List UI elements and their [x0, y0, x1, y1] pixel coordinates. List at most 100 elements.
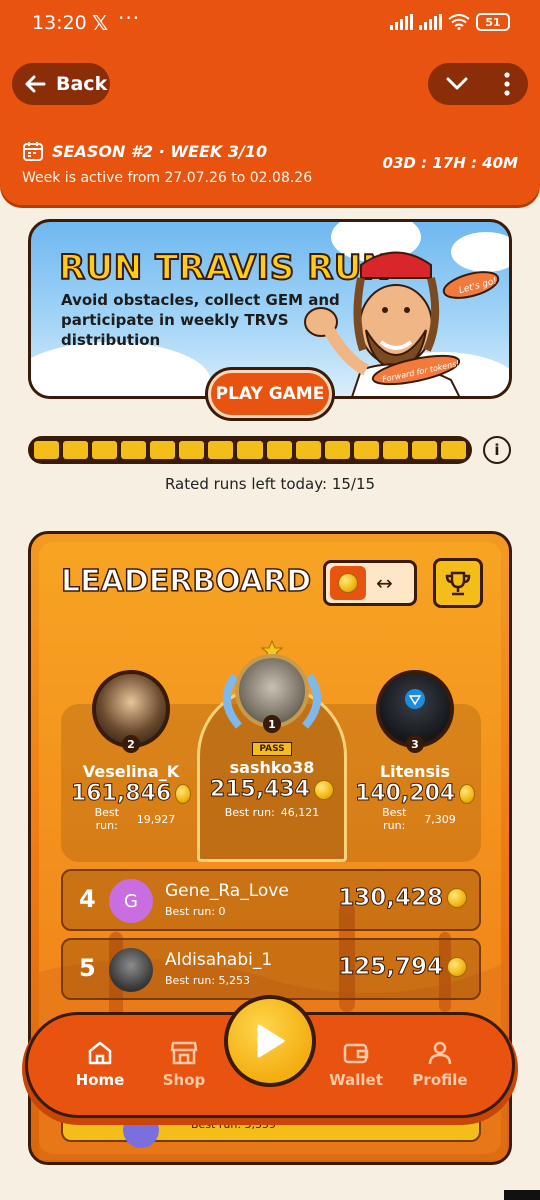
row-name: Gene_Ra_Love — [165, 881, 289, 901]
nav-profile[interactable]: Profile — [400, 1039, 480, 1089]
nav-wallet[interactable]: Wallet — [316, 1039, 396, 1089]
nav-wallet-label: Wallet — [329, 1071, 383, 1089]
best-run-value: 46,121 — [280, 806, 320, 819]
toggle-knob — [330, 566, 366, 600]
back-button[interactable]: Back — [12, 63, 110, 105]
signal-icon — [390, 14, 413, 30]
coin-icon — [447, 957, 467, 977]
score-value: 140,204 — [354, 781, 456, 807]
nav-home-label: Home — [75, 1071, 125, 1089]
progress-segment — [208, 441, 234, 459]
row-score: 130,428 — [338, 885, 467, 912]
player-name: Litensis — [379, 762, 451, 781]
travis-character-illustration: Let's go! Forward for tokens! — [304, 251, 500, 396]
battery-icon: 51 — [476, 13, 510, 31]
progress-segment — [121, 441, 147, 459]
nav-home[interactable]: Home — [60, 1039, 140, 1089]
play-game-button[interactable]: PLAY GAME — [208, 370, 332, 418]
leaderboard-row[interactable]: 4 G Gene_Ra_Love Best run: 0 130,428 — [61, 869, 481, 931]
progress-segment — [440, 441, 466, 459]
play-icon — [257, 1024, 285, 1058]
wifi-icon — [448, 14, 470, 30]
best-run: Best run: 7,309 — [355, 806, 475, 832]
trophy-icon — [445, 571, 471, 596]
progress-segment — [353, 441, 379, 459]
score-value: 125,794 — [338, 954, 444, 981]
avatar: 2 — [92, 670, 170, 753]
avatar — [109, 948, 153, 992]
nav-shop[interactable]: Shop — [144, 1039, 224, 1089]
coin-icon — [447, 888, 467, 908]
header: 13:20 𝕏 ··· 51 Back SEASON #2 · WEEK 3/1… — [0, 0, 540, 205]
score-value: 161,846 — [70, 781, 172, 807]
score-value: 215,434 — [209, 777, 311, 803]
info-icon[interactable]: i — [483, 436, 511, 464]
row-score: 125,794 — [338, 954, 467, 981]
chevron-down-icon[interactable] — [446, 77, 468, 91]
leaderboard-row[interactable]: 5 Aldisahabi_1 Best run: 5,253 125,794 — [61, 938, 481, 1000]
best-run-value: 7,309 — [424, 812, 456, 826]
player-score: 140,204 — [354, 781, 475, 807]
coin-icon — [175, 783, 191, 804]
best-run-label: Best run: — [224, 806, 275, 819]
coin-icon — [314, 779, 335, 800]
podium-first[interactable]: 1 PASS sashko38 215,434 Best run: 46,121 — [197, 640, 347, 819]
player-name: Veselina_K — [82, 762, 180, 781]
season-info: SEASON #2 · WEEK 3/10 Week is active fro… — [22, 140, 312, 187]
rank-badge: 1 — [263, 715, 281, 733]
player-score: 215,434 — [197, 777, 347, 803]
runs-progress-bar — [28, 436, 472, 464]
progress-segment — [411, 441, 437, 459]
progress-segment — [324, 441, 350, 459]
wallet-icon — [343, 1043, 369, 1064]
progress-segment — [92, 441, 118, 459]
arrow-left-icon — [25, 75, 46, 93]
ton-logo-icon — [405, 689, 425, 709]
shop-icon — [170, 1041, 198, 1065]
swap-arrows-icon: ↔ — [376, 571, 393, 595]
player-name: sashko38 — [229, 758, 315, 777]
progress-segment — [34, 441, 60, 459]
runs-left-text: Rated runs left today: 15/15 — [164, 475, 376, 493]
row-rank: 5 — [79, 954, 96, 982]
nav-profile-label: Profile — [412, 1071, 468, 1089]
best-run: Best run: 46,121 — [197, 806, 347, 819]
player-score: 161,846 — [70, 781, 191, 807]
podium-second[interactable]: 2 Veselina_K 161,846 Best run: 19,927 — [70, 670, 191, 832]
trophy-button[interactable] — [433, 558, 483, 608]
rank-badge: 3 — [406, 735, 424, 753]
more-notifications-icon: ··· — [118, 6, 141, 30]
clock: 13:20 — [32, 12, 87, 34]
cloud — [31, 342, 211, 396]
home-icon — [88, 1041, 112, 1065]
row-name: Aldisahabi_1 — [165, 950, 273, 970]
countdown-timer: 03D : 17H : 40M — [382, 154, 518, 172]
podium-third[interactable]: 3 Litensis 140,204 Best run: 7,309 — [354, 670, 475, 832]
row-best-run: Best run: 3,359 — [191, 1118, 277, 1131]
signal-icon-2 — [419, 14, 442, 30]
currency-toggle[interactable]: ↔ — [323, 560, 417, 606]
best-run-label: Best run: — [382, 806, 407, 832]
more-vertical-icon[interactable] — [504, 72, 510, 96]
play-button[interactable] — [224, 995, 316, 1087]
row-best-run: Best run: 5,253 — [165, 974, 251, 987]
leaderboard-title: LEADERBOARD — [60, 563, 312, 600]
coin-icon — [459, 783, 475, 804]
avatar — [123, 1112, 159, 1148]
score-value: 130,428 — [338, 885, 444, 912]
calendar-icon — [23, 142, 43, 161]
avatar: 3 — [376, 670, 454, 753]
best-run-value: 19,927 — [136, 812, 176, 826]
progress-segment — [150, 441, 176, 459]
x-app-icon: 𝕏 — [92, 11, 109, 35]
pass-badge: PASS — [252, 742, 292, 756]
menu-button-group — [428, 63, 528, 105]
banner-description: Avoid obstacles, collect GEM and partici… — [61, 291, 340, 349]
coin-icon — [338, 573, 358, 593]
progress-segment — [63, 441, 89, 459]
progress-segment — [382, 441, 408, 459]
rank-badge: 2 — [122, 735, 140, 753]
avatar: G — [109, 879, 153, 923]
system-gesture-bar — [504, 1190, 540, 1200]
status-bar: 13:20 𝕏 ··· 51 — [0, 0, 540, 48]
